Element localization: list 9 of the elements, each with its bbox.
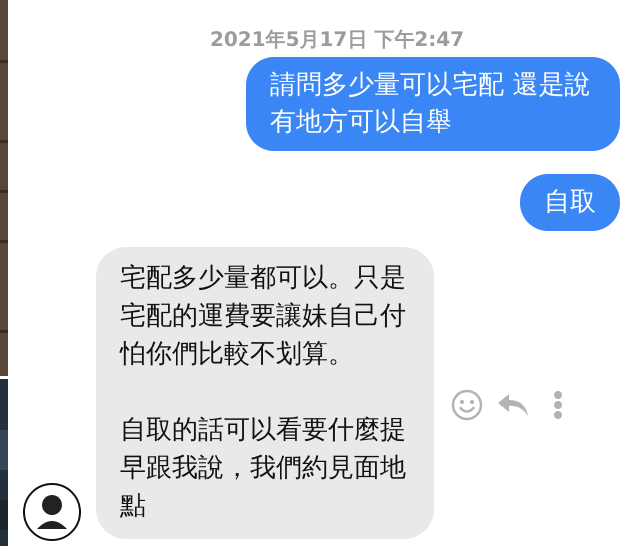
message-timestamp: 2021年5月17日 下午2:47 [210,27,464,51]
emoji-icon[interactable] [451,388,483,420]
sent-message-bubble: 請問多少量可以宅配 還是說有地方可以自舉 [246,57,620,151]
avatar-icon [23,483,81,541]
message-paragraph: 宅配多少量都可以。只是宅配的運費要讓妹自己付怕你們比較不划算。 [120,262,407,371]
more-icon[interactable] [553,390,563,420]
sent-message-bubble: 自取 [520,174,620,231]
message-paragraph: 自取的話可以看要什麼提早跟我說，我們約見面地點 [120,414,407,523]
reply-icon[interactable] [497,392,529,418]
